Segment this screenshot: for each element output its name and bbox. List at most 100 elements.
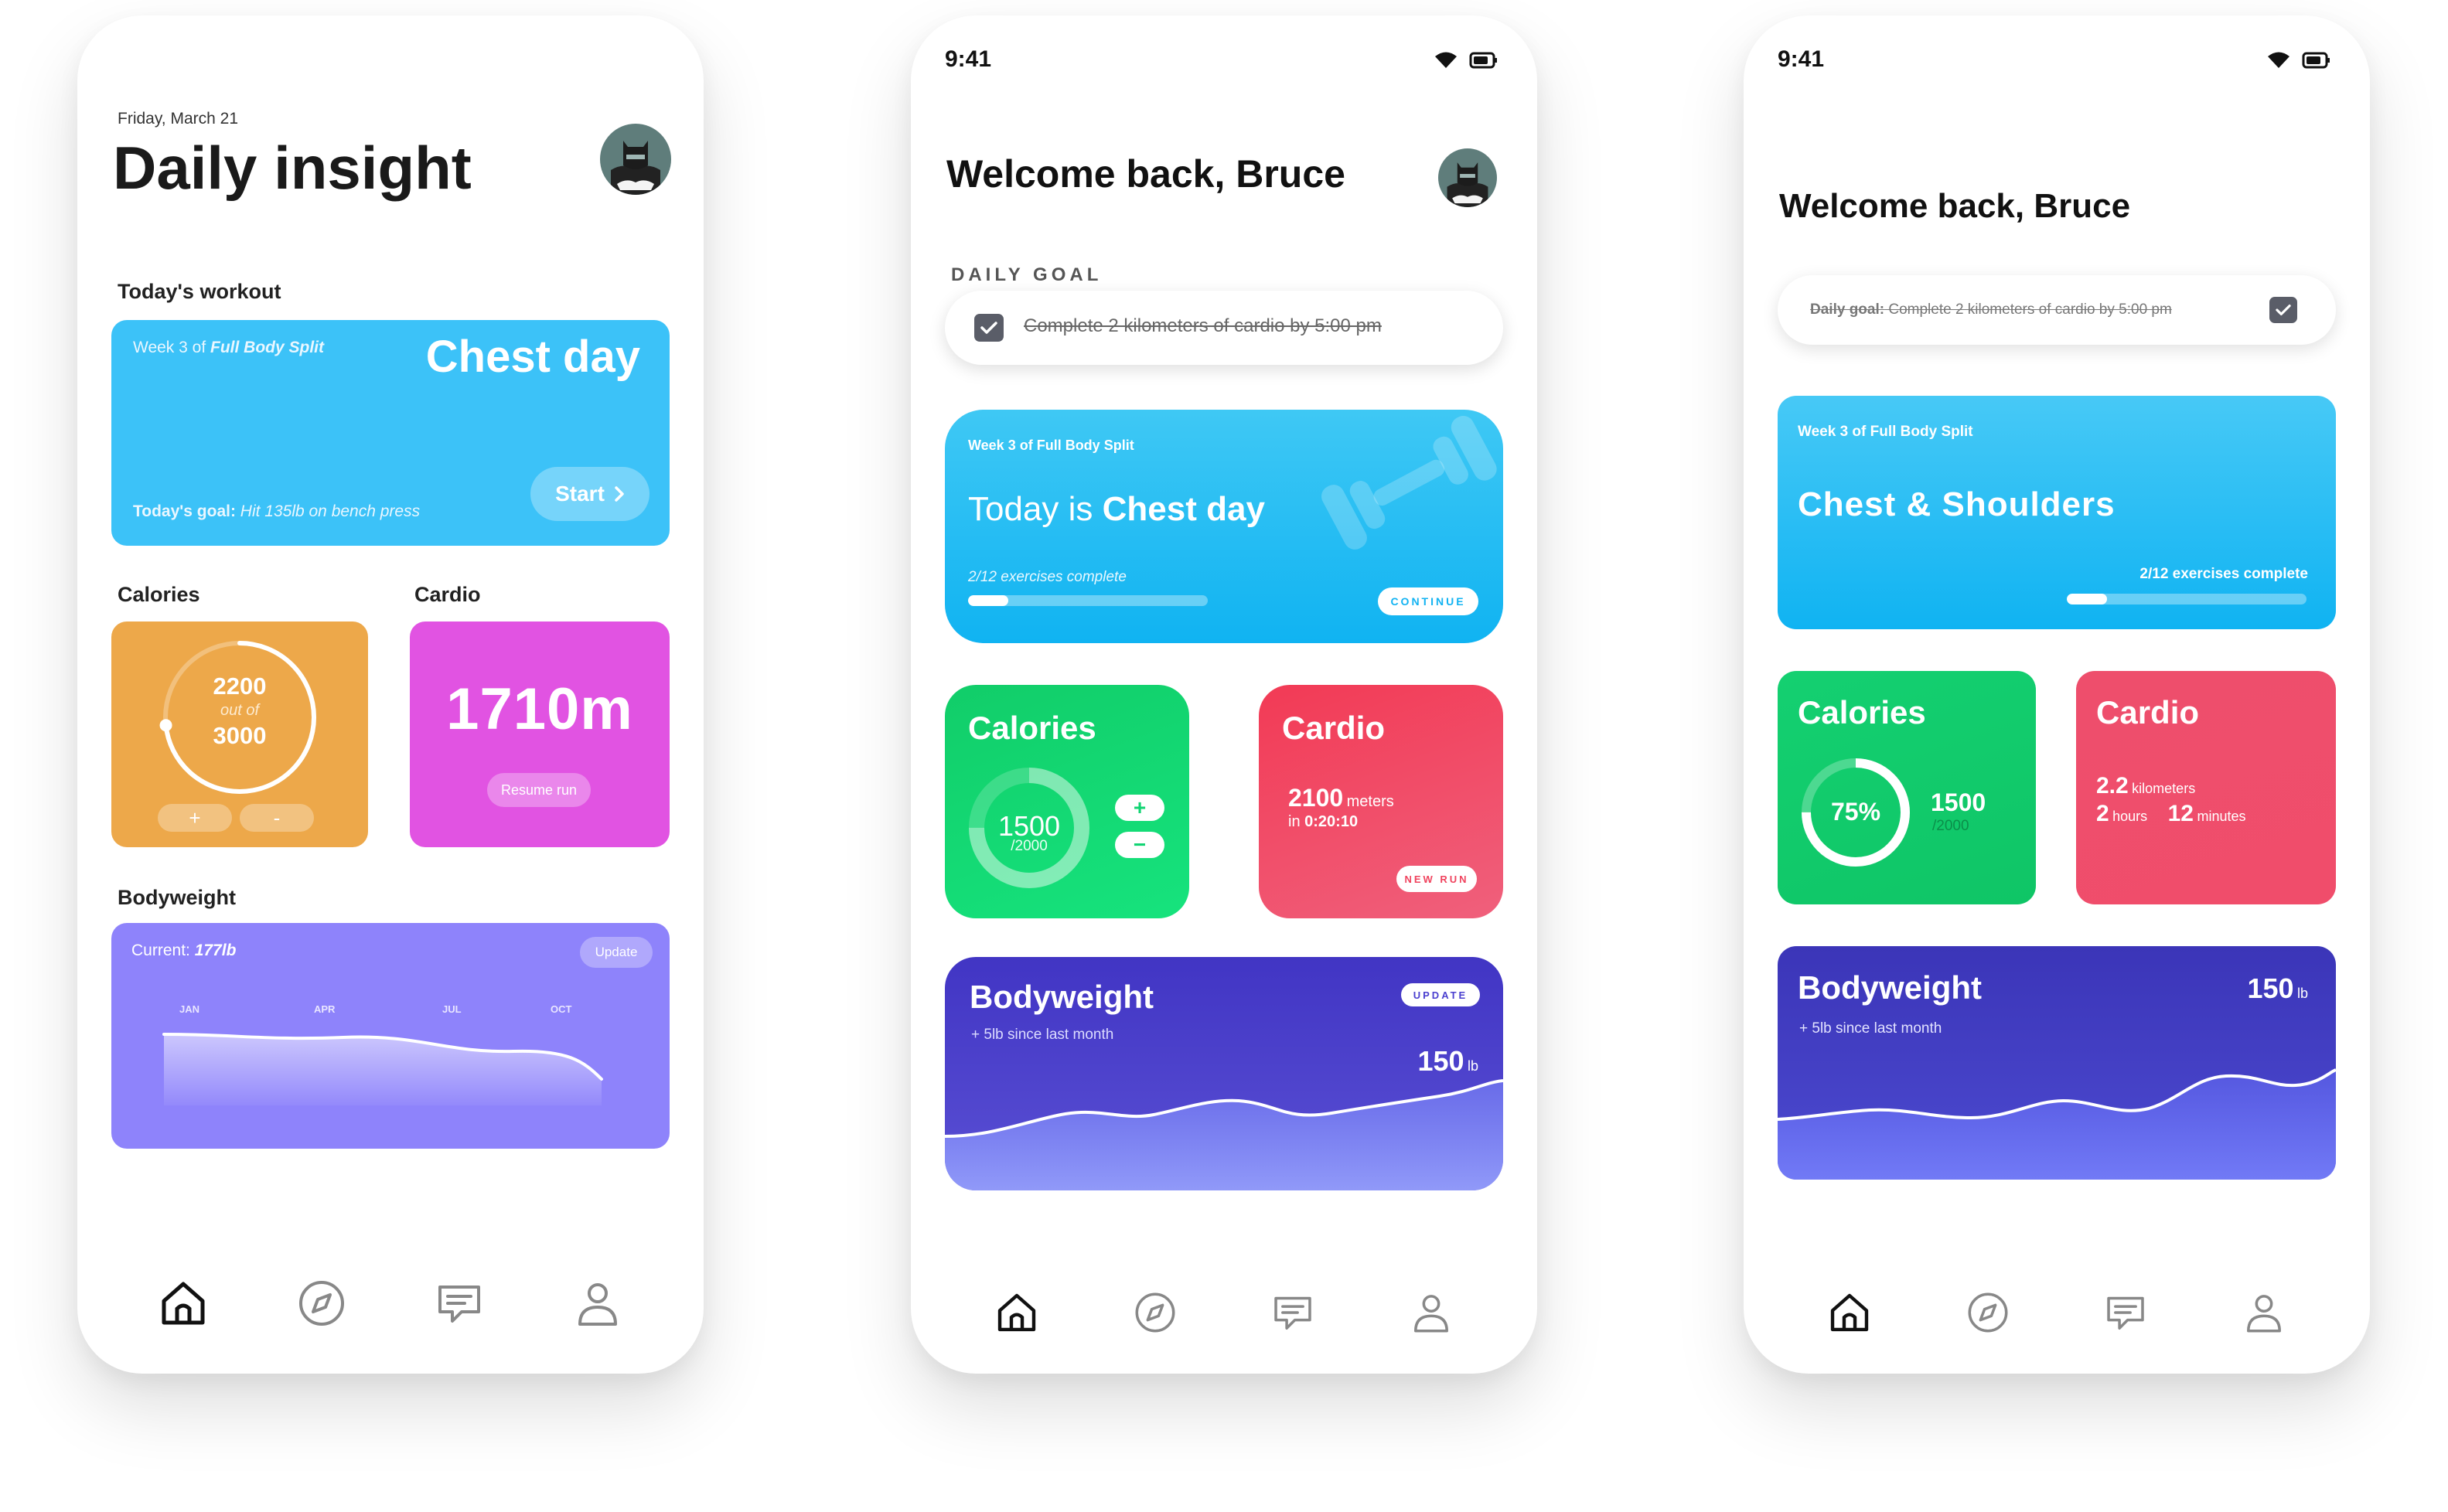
bottom-nav xyxy=(911,1285,1537,1340)
avatar[interactable] xyxy=(1438,148,1497,207)
calories-plus-button[interactable]: + xyxy=(158,804,232,832)
bodyweight-card[interactable]: Current: 177lb Update JAN APR JUL OCT xyxy=(111,923,670,1149)
battery-icon xyxy=(1469,52,1497,69)
cardio-distance-unit: meters xyxy=(1346,793,1394,810)
cardio-minutes-value: 12 xyxy=(2167,801,2194,826)
cardio-duration-value: 0:20:10 xyxy=(1304,813,1359,830)
bodyweight-change: + 5lb since last month xyxy=(1799,1020,1942,1037)
goal-checkbox[interactable] xyxy=(974,314,1004,342)
bottom-nav xyxy=(77,1275,704,1331)
workout-week: Week 3 of Full Body Split xyxy=(1798,424,1973,440)
profile-icon xyxy=(2246,1295,2281,1333)
goal-checkbox[interactable] xyxy=(2269,297,2297,323)
calories-minus-button[interactable]: - xyxy=(240,804,314,832)
nav-explore[interactable] xyxy=(1960,1285,2016,1340)
goal-text: Complete 2 kilometers of cardio by 5:00 … xyxy=(1024,315,1382,336)
workout-title: Chest day xyxy=(425,332,640,382)
workout-goal: Today's goal: Hit 135lb on bench press xyxy=(133,502,420,521)
page-title: Daily insight xyxy=(113,134,472,202)
wifi-icon xyxy=(1435,52,1457,68)
page-title: Welcome back, Bruce xyxy=(946,152,1345,196)
calories-out-of: out of xyxy=(220,702,260,719)
cardio-card[interactable]: Cardio 2.2 kilometers 2 hours 12 minutes xyxy=(2076,671,2336,904)
bottom-nav xyxy=(1744,1285,2370,1340)
cardio-duration: in 0:20:10 xyxy=(1288,813,1358,831)
avatar[interactable] xyxy=(600,124,671,195)
workout-progress-text: 2/12 exercises complete xyxy=(968,569,1127,585)
calories-plus-button[interactable]: + xyxy=(1115,795,1164,821)
section-title-bodyweight: Bodyweight xyxy=(118,886,236,909)
start-button-label: Start xyxy=(555,482,605,506)
calories-minus-button[interactable]: − xyxy=(1115,832,1164,858)
start-button[interactable]: Start xyxy=(530,467,650,521)
cardio-card[interactable]: Cardio 2100 meters in 0:20:10 NEW RUN xyxy=(1259,685,1503,918)
workout-week: Week 3 of Full Body Split xyxy=(133,339,324,357)
bodyweight-value: 150 lb xyxy=(2247,972,2308,1005)
nav-messages[interactable] xyxy=(1265,1285,1321,1340)
resume-run-button[interactable]: Resume run xyxy=(487,773,591,807)
nav-home[interactable] xyxy=(989,1285,1045,1340)
cardio-hours-unit: hours xyxy=(2112,809,2148,824)
avatar-image xyxy=(611,141,660,195)
new-run-button[interactable]: NEW RUN xyxy=(1396,866,1477,892)
dumbbell-icon xyxy=(1321,415,1497,550)
nav-explore[interactable] xyxy=(1127,1285,1183,1340)
goal-text-body: Complete 2 kilometers of cardio by 5:00 … xyxy=(1884,301,2172,318)
calories-card[interactable]: Calories 1500 /2000 + − xyxy=(945,685,1189,918)
nav-profile[interactable] xyxy=(1403,1285,1459,1340)
nav-home[interactable] xyxy=(1822,1285,1877,1340)
calories-percent: 75% xyxy=(1830,798,1881,826)
chevron-right-icon xyxy=(615,486,624,502)
cardio-distance: 2100 meters xyxy=(1288,784,1394,812)
date-label: Friday, March 21 xyxy=(118,110,238,128)
compass-icon xyxy=(1135,1292,1175,1333)
nav-profile[interactable] xyxy=(570,1275,626,1331)
cardio-label: Cardio xyxy=(2096,694,2200,730)
workout-card[interactable]: Week 3 of Full Body Split Today is Chest… xyxy=(945,410,1503,643)
bodyweight-card[interactable]: Bodyweight + 5lb since last month 150 lb xyxy=(1778,946,2336,1180)
bodyweight-value-unit: lb xyxy=(2296,986,2308,1001)
bodyweight-label: Bodyweight xyxy=(1798,969,1982,1006)
phone-screen-welcome-v2: 9:41 Welcome back, Bruce Daily goal: Com… xyxy=(1744,15,2370,1374)
profile-icon xyxy=(1413,1295,1448,1333)
nav-messages[interactable] xyxy=(431,1275,487,1331)
workout-week: Week 3 of Full Body Split xyxy=(968,438,1134,453)
workout-title-main: Chest day xyxy=(1102,490,1265,528)
check-icon xyxy=(2276,305,2291,315)
workout-title-prefix: Today is xyxy=(968,490,1103,528)
nav-explore[interactable] xyxy=(294,1275,349,1331)
calories-total: 3000 xyxy=(213,722,267,749)
nav-messages[interactable] xyxy=(2098,1285,2153,1340)
update-button[interactable]: UPDATE xyxy=(1401,983,1480,1006)
workout-card[interactable]: Week 3 of Full Body Split Chest & Should… xyxy=(1778,396,2336,629)
section-title-calories: Calories xyxy=(118,583,200,606)
goal-label: Daily goal: xyxy=(1810,301,1885,318)
section-title-cardio: Cardio xyxy=(414,583,481,606)
workout-card[interactable]: Week 3 of Full Body Split Chest day Toda… xyxy=(111,320,670,546)
bodyweight-value: 150 lb xyxy=(1417,1045,1478,1078)
compass-icon xyxy=(1968,1292,2008,1333)
bodyweight-card[interactable]: Bodyweight + 5lb since last month UPDATE… xyxy=(945,957,1503,1190)
daily-goal-row[interactable]: Daily goal: Complete 2 kilometers of car… xyxy=(1778,275,2336,345)
calories-value: 2200 xyxy=(213,673,267,700)
check-icon xyxy=(980,322,997,334)
workout-title: Today is Chest day xyxy=(968,490,1265,529)
page-title: Welcome back, Bruce xyxy=(1779,187,2131,225)
workout-progress-bar xyxy=(968,595,1208,606)
phone-screen-daily-insight: Friday, March 21 Daily insight Today's w… xyxy=(77,15,704,1374)
cardio-distance-value: 2100 xyxy=(1288,784,1344,812)
continue-button[interactable]: CONTINUE xyxy=(1378,587,1478,615)
calories-card[interactable]: Calories 75% 1500 /2000 xyxy=(1778,671,2036,904)
cardio-card[interactable]: 1710m Resume run xyxy=(410,621,670,847)
daily-goal-row[interactable]: Complete 2 kilometers of cardio by 5:00 … xyxy=(945,291,1503,365)
status-icons xyxy=(2266,51,2331,70)
nav-home[interactable] xyxy=(155,1275,211,1331)
nav-profile[interactable] xyxy=(2236,1285,2292,1340)
calories-card[interactable]: 2200 out of 3000 + - xyxy=(111,621,368,847)
chat-icon xyxy=(2107,1296,2144,1330)
chat-icon xyxy=(1274,1296,1311,1330)
workout-goal-text: Hit 135lb on bench press xyxy=(235,502,421,520)
cardio-label: Cardio xyxy=(1282,710,1386,746)
calories-value: 1500 xyxy=(1931,788,1986,816)
section-title-workout: Today's workout xyxy=(118,280,281,303)
